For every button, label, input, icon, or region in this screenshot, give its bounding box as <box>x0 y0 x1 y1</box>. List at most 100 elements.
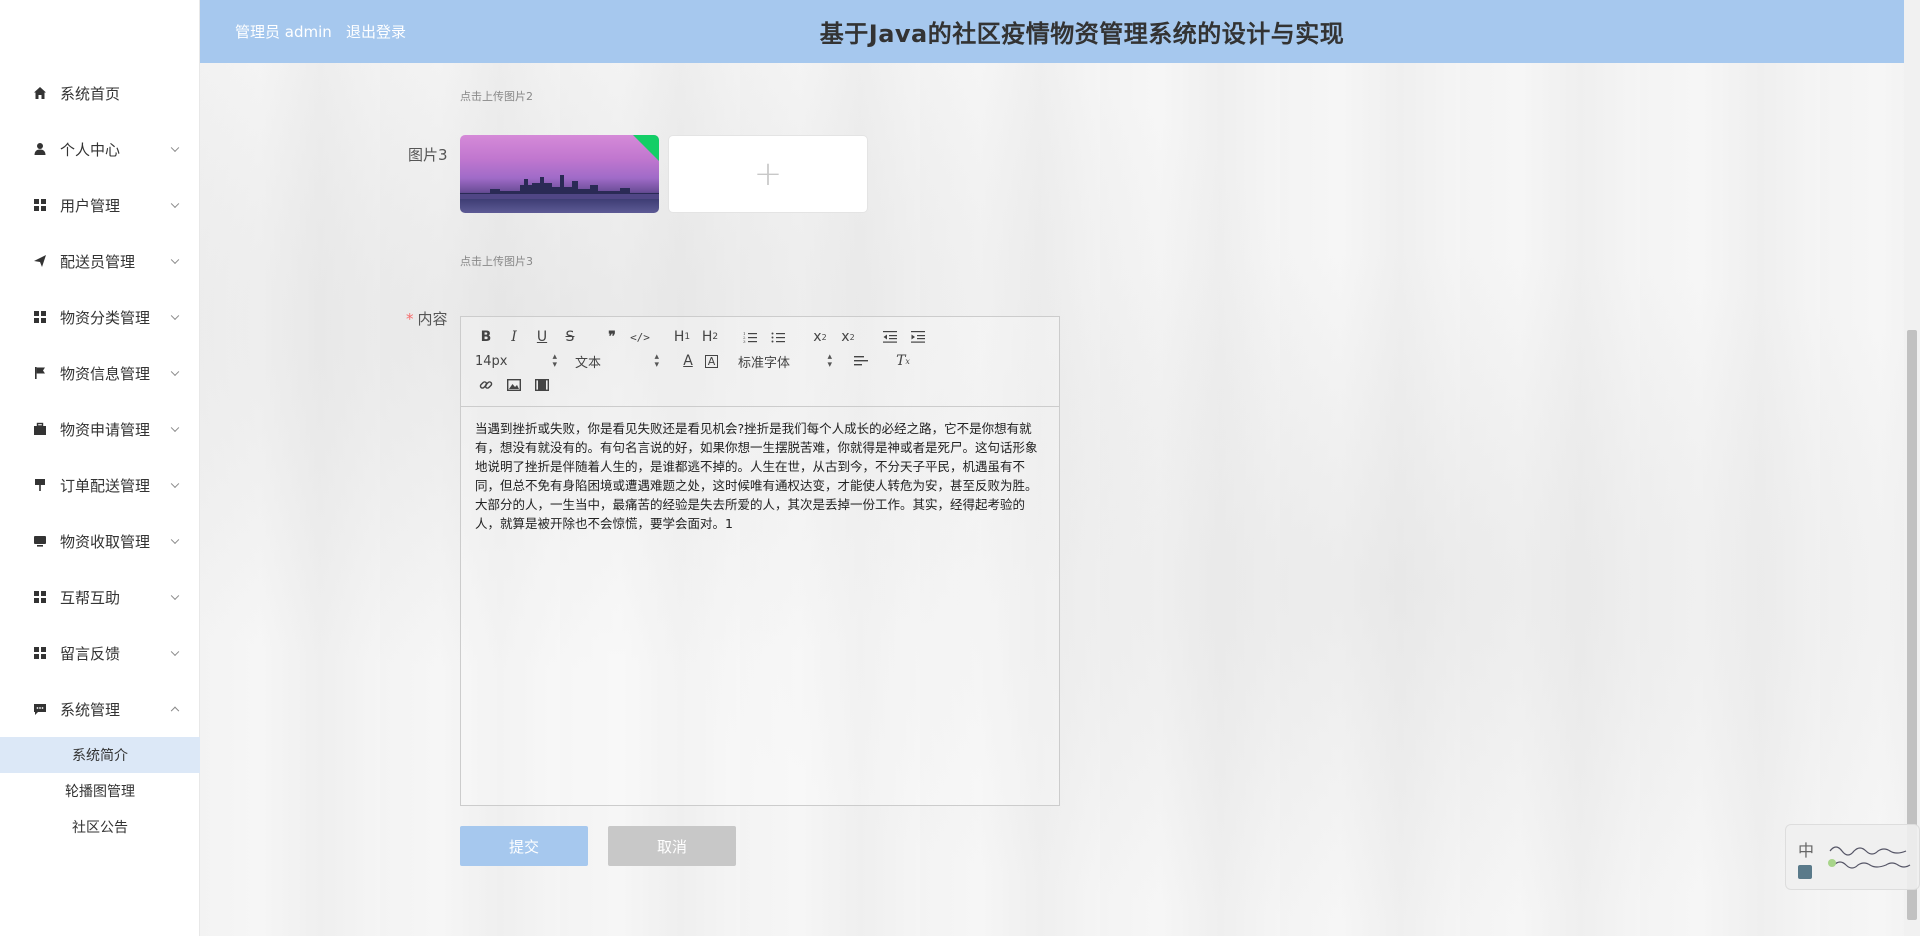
sidebar-item-label: 物资申请管理 <box>60 420 151 439</box>
sidebar-item-label: 留言反馈 <box>60 644 121 663</box>
page-title: 基于Java的社区疫情物资管理系统的设计与实现 <box>819 20 1345 48</box>
header2-button[interactable]: H2 <box>699 326 721 348</box>
chevron-down-icon <box>170 591 180 601</box>
header1-button[interactable]: H1 <box>671 326 693 348</box>
sidebar-item-application[interactable]: 物资申请管理 <box>0 401 200 457</box>
italic-button[interactable]: I <box>503 326 525 348</box>
upload-hint-image3: 点击上传图片3 <box>460 255 533 268</box>
outdent-icon[interactable] <box>879 326 901 348</box>
briefcase-icon <box>32 421 48 437</box>
system-management-submenu: 系统简介 轮播图管理 社区公告 <box>0 737 200 845</box>
sidebar-item-personal-center[interactable]: 个人中心 <box>0 121 200 177</box>
background-color-button[interactable]: A <box>705 354 718 368</box>
content-label: * 内容 <box>406 308 448 329</box>
font-color-button[interactable]: A <box>677 350 699 372</box>
required-mark: * <box>406 310 414 328</box>
bullet-list-icon[interactable] <box>767 326 789 348</box>
sidebar-item-receipt[interactable]: 物资收取管理 <box>0 513 200 569</box>
sidebar-item-label: 配送员管理 <box>60 252 136 271</box>
underline-button[interactable]: U <box>531 326 553 348</box>
ime-language-label[interactable]: 中 <box>1798 837 1814 861</box>
text-type-select[interactable]: 文本 ▴ ▾ <box>575 350 659 372</box>
chevron-down-icon <box>170 255 180 265</box>
sidebar-item-category-management[interactable]: 物资分类管理 <box>0 289 200 345</box>
content-label-text: 内容 <box>417 310 448 328</box>
image-icon[interactable] <box>503 374 525 396</box>
chevron-down-icon <box>170 311 180 321</box>
clear-format-button[interactable]: Tx <box>892 350 914 372</box>
monitor-icon <box>32 533 48 549</box>
chevron-down-icon <box>170 647 180 657</box>
send-icon <box>32 253 48 269</box>
upload-hint-image2: 点击上传图片2 <box>460 90 533 103</box>
page-scrollbar[interactable] <box>1904 0 1920 936</box>
svg-text:3: 3 <box>743 339 746 343</box>
image3-upload-button[interactable]: + <box>668 135 868 213</box>
chevron-down-icon <box>170 199 180 209</box>
link-icon[interactable] <box>475 374 497 396</box>
main-content: 点击上传图片2 图片3 + 点击上传图片3 * 内容 B I U S ❞ </> … <box>200 63 1904 936</box>
chevron-down-icon <box>170 423 180 433</box>
ime-skin-icon[interactable] <box>1798 865 1812 879</box>
toolbar-row-3 <box>475 373 1049 397</box>
sidebar-item-label: 物资收取管理 <box>60 532 151 551</box>
superscript-button[interactable]: x2 <box>837 326 859 348</box>
chevron-down-icon <box>170 143 180 153</box>
submenu-item-system-intro[interactable]: 系统简介 <box>0 737 200 773</box>
submenu-item-carousel[interactable]: 轮播图管理 <box>0 773 200 809</box>
submit-button[interactable]: 提交 <box>460 826 588 866</box>
sidebar-item-feedback[interactable]: 留言反馈 <box>0 625 200 681</box>
chat-icon <box>32 701 48 717</box>
upload-success-corner <box>633 135 659 161</box>
subscript-button[interactable]: x2 <box>809 326 831 348</box>
cancel-button[interactable]: 取消 <box>608 826 736 866</box>
text-type-value: 文本 <box>575 355 602 371</box>
indent-icon[interactable] <box>907 326 929 348</box>
sidebar-item-label: 订单配送管理 <box>60 476 151 495</box>
sidebar-item-label: 互帮互助 <box>60 588 121 607</box>
city-skyline-image <box>460 175 659 199</box>
sidebar-item-label: 物资信息管理 <box>60 364 151 383</box>
grid-icon <box>32 589 48 605</box>
font-size-value: 14px <box>475 353 508 369</box>
sidebar-item-order-delivery[interactable]: 订单配送管理 <box>0 457 200 513</box>
sidebar-item-label: 系统管理 <box>60 700 121 719</box>
toolbar-row-2: 14px ▴ ▾ 文本 ▴ ▾ A A 标准字体 ▴ ▾ Tx <box>475 349 1049 373</box>
chevron-down-icon <box>170 479 180 489</box>
image3-label: 图片3 <box>408 146 448 164</box>
chevron-down-icon <box>170 535 180 545</box>
ordered-list-icon[interactable]: 123 <box>739 326 761 348</box>
sidebar-item-home[interactable]: 系统首页 <box>0 65 200 121</box>
image3-thumbnail[interactable] <box>460 135 659 213</box>
sidebar: 系统首页 个人中心 用户管理 配送员管理 物资分类管理 物资信息管理 物资申请管… <box>0 0 200 936</box>
chevron-down-icon <box>170 367 180 377</box>
sidebar-item-system-management[interactable]: 系统管理 <box>0 681 200 737</box>
plus-icon: + <box>753 154 783 194</box>
font-size-select[interactable]: 14px ▴ ▾ <box>475 350 557 372</box>
align-icon[interactable] <box>850 350 872 372</box>
pin-icon <box>32 477 48 493</box>
grid-icon <box>32 197 48 213</box>
font-family-select[interactable]: 标准字体 ▴ ▾ <box>738 350 832 372</box>
sidebar-item-courier-management[interactable]: 配送员管理 <box>0 233 200 289</box>
select-arrows-icon: ▴ ▾ <box>552 352 557 370</box>
editor-content-area[interactable]: 当遇到挫折或失败，你是看见失败还是看见机会?挫折是我们每个人成长的必经之路，它不… <box>461 407 1059 545</box>
sidebar-item-label: 用户管理 <box>60 196 121 215</box>
strike-button[interactable]: S <box>559 326 581 348</box>
chevron-up-icon <box>170 706 180 716</box>
code-block-icon[interactable]: </> <box>629 326 651 348</box>
sidebar-item-user-management[interactable]: 用户管理 <box>0 177 200 233</box>
blockquote-icon[interactable]: ❞ <box>601 326 623 348</box>
select-arrows-icon: ▴ ▾ <box>654 352 659 370</box>
ime-toolbar[interactable]: 中 <box>1785 824 1920 890</box>
sidebar-item-material-info[interactable]: 物资信息管理 <box>0 345 200 401</box>
ime-decoration-image <box>1828 846 1911 869</box>
sidebar-item-mutual-help[interactable]: 互帮互助 <box>0 569 200 625</box>
bold-button[interactable]: B <box>475 326 497 348</box>
top-header: 管理员 admin 退出登录 基于Java的社区疫情物资管理系统的设计与实现 <box>200 0 1904 63</box>
sidebar-item-label: 系统首页 <box>60 84 121 103</box>
submenu-item-announcement[interactable]: 社区公告 <box>0 809 200 845</box>
select-arrows-icon: ▴ ▾ <box>827 352 832 370</box>
video-icon[interactable] <box>531 374 553 396</box>
flag-icon <box>32 365 48 381</box>
